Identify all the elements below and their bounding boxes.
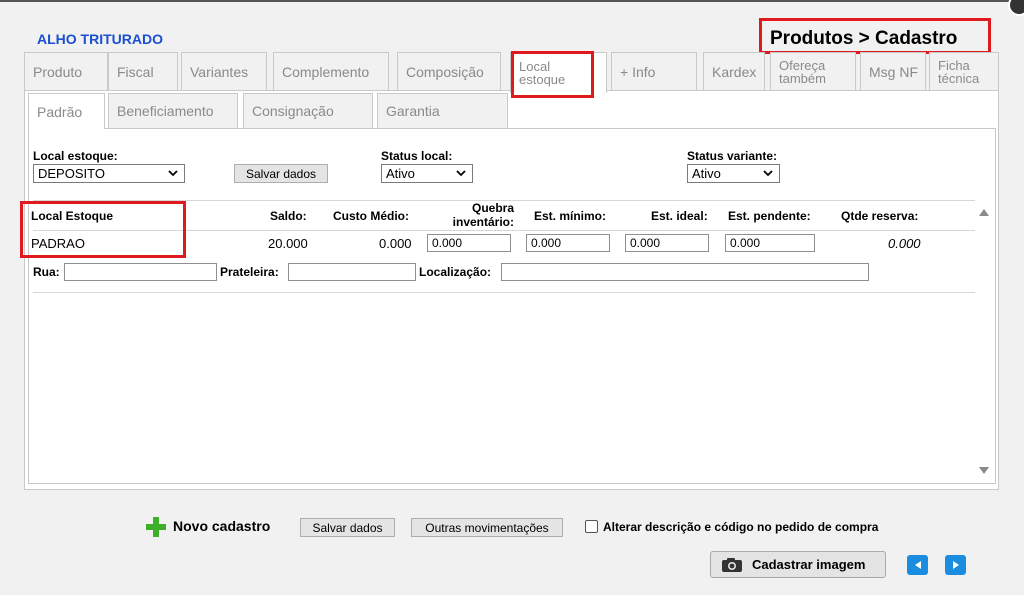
select-value: DEPOSITO (38, 166, 105, 181)
tab-label-line2: técnica (938, 70, 980, 86)
tab-label: Kardex (712, 63, 757, 80)
arrow-left-glyph (914, 561, 921, 569)
select-value: Ativo (692, 166, 721, 181)
tab-label: Variantes (190, 63, 249, 80)
local-estoque-select[interactable]: DEPOSITO (33, 164, 185, 183)
tab-label: Fiscal (117, 63, 154, 80)
subtab-label: Padrão (37, 103, 83, 120)
subtab-padrao[interactable]: Padrão (28, 93, 105, 129)
chevron-down-icon (763, 170, 773, 177)
tab-msg-nf[interactable]: Msg NF (860, 52, 926, 90)
scroll-up-icon[interactable] (978, 207, 990, 217)
subtab-beneficiamento[interactable]: Beneficiamento (108, 93, 238, 128)
save-filter-button[interactable]: Salvar dados (234, 164, 328, 183)
est-ideal-input[interactable]: 0.000 (625, 234, 709, 252)
rua-label: Rua: (33, 265, 60, 279)
outras-movimentacoes-button[interactable]: Outras movimentações (411, 518, 563, 537)
subtab-garantia[interactable]: Garantia (377, 93, 508, 128)
tab-local-estoque[interactable]: Local estoque (510, 52, 607, 93)
prateleira-input[interactable] (288, 263, 416, 281)
camera-icon (722, 557, 742, 572)
arrow-left-icon[interactable] (907, 555, 928, 575)
header-saldo: Saldo: (270, 209, 307, 223)
status-local-select[interactable]: Ativo (381, 164, 473, 183)
tab-label: Composição (406, 63, 484, 80)
row-qtde-reserva: 0.000 (888, 236, 921, 251)
tab-label-line2: também (779, 70, 826, 86)
product-title: ALHO TRITURADO (37, 31, 163, 47)
rua-input[interactable] (64, 263, 217, 281)
tab-complemento[interactable]: Complemento (273, 52, 389, 90)
tab-label-line1: Ofereça (779, 57, 826, 73)
tab-kardex[interactable]: Kardex (703, 52, 765, 90)
tab-variantes[interactable]: Variantes (181, 52, 267, 90)
tab-fiscal[interactable]: Fiscal (108, 52, 178, 90)
cadastrar-imagem-label: Cadastrar imagem (752, 557, 866, 572)
tab-label: Msg NF (869, 63, 918, 80)
est-pendente-input[interactable]: 0.000 (725, 234, 815, 252)
tab-info[interactable]: + Info (611, 52, 697, 90)
breadcrumb: Produtos > Cadastro (770, 28, 958, 49)
subtab-label: Garantia (386, 103, 440, 119)
quebra-inventario-input[interactable]: 0.000 (427, 234, 511, 252)
alterar-descricao-checkbox[interactable] (585, 520, 598, 533)
header-qtde-reserva: Qtde reserva: (841, 209, 919, 223)
cadastrar-imagem-button[interactable]: Cadastrar imagem (710, 551, 886, 578)
header-line: Quebra (471, 201, 514, 215)
tab-label: Complemento (282, 63, 370, 80)
save-button[interactable]: Salvar dados (300, 518, 395, 537)
row-custo-medio: 0.000 (379, 236, 412, 251)
prateleira-label: Prateleira: (220, 265, 279, 279)
close-icon[interactable] (1008, 0, 1024, 16)
scroll-down-icon[interactable] (978, 466, 990, 476)
header-est-minimo: Est. mínimo: (534, 209, 607, 223)
tab-composicao[interactable]: Composição (397, 52, 501, 90)
plus-icon[interactable] (146, 517, 166, 537)
row-saldo: 20.000 (268, 236, 308, 251)
header-local-estoque: Local Estoque (31, 209, 114, 223)
header-est-ideal: Est. ideal: (651, 209, 708, 223)
subtab-consignacao[interactable]: Consignação (243, 93, 373, 128)
alterar-descricao-label: Alterar descrição e código no pedido de … (603, 520, 879, 534)
tab-label-line1: Ficha (938, 57, 970, 73)
localizacao-input[interactable] (501, 263, 869, 281)
status-local-label: Status local: (381, 149, 453, 163)
header-line: inventário: (452, 215, 514, 229)
row-local: PADRAO (31, 236, 85, 251)
est-minimo-input[interactable]: 0.000 (526, 234, 610, 252)
header-est-pendente: Est. pendente: (728, 209, 811, 223)
tab-ficha-tecnica[interactable]: Ficha técnica (929, 52, 999, 90)
chevron-down-icon (456, 170, 466, 177)
subtab-label: Beneficiamento (117, 103, 214, 119)
header-quebra-inventario: Quebra inventário: (448, 201, 514, 229)
window-top-border (0, 0, 1024, 2)
header-custo-medio: Custo Médio: (333, 209, 409, 223)
table-header-rule (33, 230, 975, 231)
arrow-right-icon[interactable] (945, 555, 966, 575)
select-value: Ativo (386, 166, 415, 181)
local-estoque-label: Local estoque: (33, 149, 118, 163)
arrow-right-glyph (952, 561, 959, 569)
tab-produto[interactable]: Produto (24, 52, 108, 90)
tab-label: + Info (620, 63, 656, 80)
status-variante-label: Status variante: (687, 149, 778, 163)
chevron-down-icon (168, 170, 178, 177)
localizacao-label: Localização: (419, 265, 492, 279)
subtab-label: Consignação (252, 103, 334, 119)
tab-ofereca-tambem[interactable]: Ofereça também (770, 52, 856, 90)
row-bottom-rule (33, 292, 975, 293)
novo-cadastro-link[interactable]: Novo cadastro (173, 518, 270, 534)
tab-label-line2: estoque (519, 72, 566, 87)
status-variante-select[interactable]: Ativo (687, 164, 780, 183)
tab-label: Produto (33, 63, 83, 80)
